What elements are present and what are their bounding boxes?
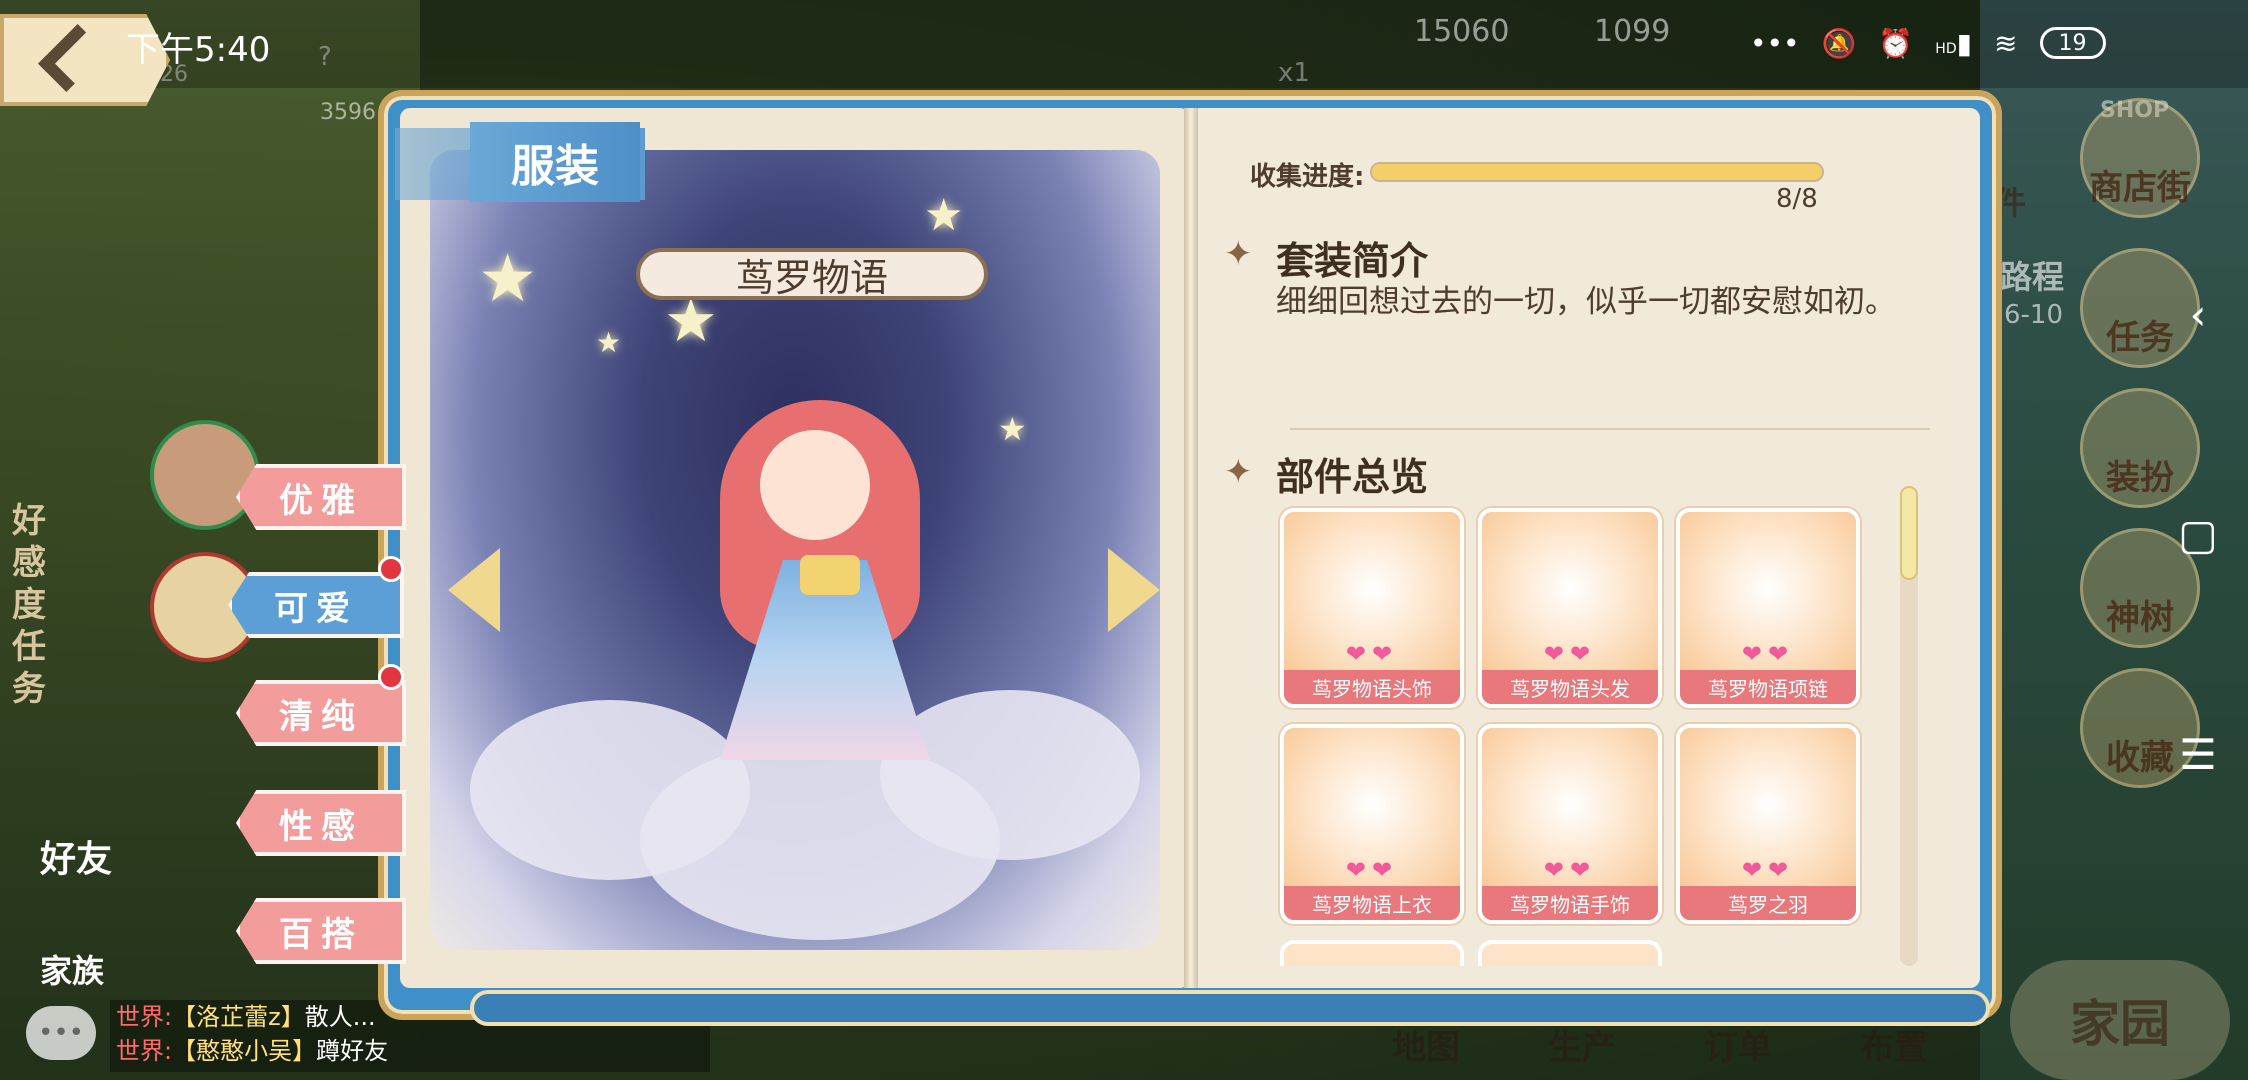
part-label: 茑罗物语项链 [1680, 670, 1856, 704]
rarity-hearts: ❤❤ [1741, 856, 1795, 884]
mute-icon: 🔕 [1821, 26, 1857, 60]
part-card-top[interactable]: ❤❤ 茑罗物语上衣 [1280, 724, 1464, 924]
star-icon: ★ [478, 240, 538, 317]
part-card-hand-accessory[interactable]: ❤❤ 茑罗物语手饰 [1478, 724, 1662, 924]
wifi-icon: ≋ [1994, 26, 2018, 60]
layout-tab[interactable]: 布置 [1860, 1020, 1928, 1070]
rarity-hearts: ❤❤ [1543, 640, 1597, 668]
collection-label: 收藏 [2106, 738, 2174, 778]
progress-label: 收集进度: [1250, 162, 1365, 192]
character-avatar-1[interactable] [150, 420, 260, 530]
chat-bubble-icon[interactable]: ••• [26, 1006, 96, 1060]
family-button[interactable]: 家族 [40, 946, 104, 992]
coin-count: 15060 [1414, 14, 1510, 49]
page-title: 服装 [470, 122, 640, 202]
chat-line: 世界:【憨憨小吴】蹲好友 [110, 1034, 710, 1068]
sacred-tree-label: 神树 [2106, 598, 2174, 638]
category-tab-pure[interactable]: 清纯 [236, 680, 406, 746]
character-bow [800, 555, 860, 595]
part-card-necklace[interactable]: ❤❤ 茑罗物语项链 [1676, 508, 1860, 708]
map-tab[interactable]: 地图 [1392, 1020, 1460, 1070]
part-label: 茑罗物语手饰 [1482, 886, 1658, 920]
star-icon: ★ [924, 190, 964, 241]
part-label: 茑罗物语头饰 [1284, 670, 1460, 704]
progress-bar-fill [1372, 164, 1822, 180]
status-icons: ••• 🔕 ⏰ HD▮ ≋ 19 [1750, 20, 2106, 66]
more-dots-icon: ••• [1750, 26, 1800, 60]
rarity-hearts: ❤❤ [1345, 640, 1399, 668]
status-time: 下午5:40 [126, 30, 271, 70]
alarm-icon: ⏰ [1878, 26, 1914, 60]
suit-name-plate: 茑罗物语 [636, 248, 988, 300]
character-face [760, 430, 870, 540]
chat-channel: 世界: [116, 1003, 173, 1031]
dress-up-label: 装扮 [2106, 458, 2174, 498]
part-card-partial[interactable] [1478, 940, 1662, 966]
part-label: 茑罗之羽 [1680, 886, 1856, 920]
book-spine [1184, 108, 1198, 988]
nav-menu-icon[interactable]: ☰ [2168, 730, 2228, 779]
sparkle-icon: ✦ [1224, 234, 1253, 274]
intro-title: 套装简介 [1276, 238, 1429, 283]
star-icon: ★ [596, 326, 622, 359]
exp-value: 3596 [320, 100, 376, 125]
intro-description: 细细回想过去的一切，似乎一切都安慰如初。 [1276, 284, 1896, 320]
shop-street-button[interactable]: 商店街 [2080, 98, 2200, 218]
home-button[interactable]: 家园 [2010, 960, 2230, 1080]
produce-tab[interactable]: 生产 [1548, 1020, 1616, 1070]
task-label: 任务 [2106, 318, 2174, 358]
part-card-headpiece[interactable]: ❤❤ 茑罗物语头饰 [1280, 508, 1464, 708]
gem-count: 1099 [1594, 14, 1671, 49]
chat-channel: 世界: [116, 1037, 173, 1065]
section-divider [1290, 428, 1930, 430]
part-card-partial[interactable] [1280, 940, 1464, 966]
star-icon: ★ [998, 410, 1027, 448]
new-dot-badge [378, 556, 404, 582]
rarity-hearts: ❤❤ [1345, 856, 1399, 884]
cloud-shape [880, 690, 1140, 860]
rarity-hearts: ❤❤ [1543, 856, 1597, 884]
partial-label-3: 6-10 [2004, 300, 2064, 330]
parts-title: 部件总览 [1276, 454, 1429, 499]
category-tab-cute[interactable]: 可爱 [228, 572, 404, 638]
new-dot-badge [378, 664, 404, 690]
order-tab[interactable]: 订单 [1704, 1020, 1772, 1070]
signal-icon: HD▮ [1935, 26, 1973, 60]
chat-user: 【憨憨小吴】 [172, 1037, 317, 1065]
category-tab-versatile[interactable]: 百搭 [236, 898, 406, 964]
chat-text: 蹲好友 [316, 1037, 389, 1065]
sparkle-icon: ✦ [1224, 452, 1253, 492]
book-bottom-edge [470, 990, 1990, 1026]
rarity-hearts: ❤❤ [1741, 640, 1795, 668]
chat-text: 散人... [304, 1003, 376, 1031]
dress-up-button[interactable]: 装扮 [2080, 388, 2200, 508]
progress-count: 8/8 [1776, 184, 1818, 214]
category-tab-elegant[interactable]: 优雅 [236, 464, 406, 530]
affection-task-label[interactable]: 好感度任务 [12, 500, 58, 710]
part-label: 茑罗物语上衣 [1284, 886, 1460, 920]
part-label: 茑罗物语头发 [1482, 670, 1658, 704]
friends-button[interactable]: 好友 [40, 830, 112, 882]
parts-scrollbar-thumb[interactable] [1900, 486, 1918, 580]
home-label: 家园 [2070, 994, 2170, 1053]
chat-user: 【洛芷蕾z】 [172, 1003, 305, 1031]
category-tab-sexy[interactable]: 性感 [236, 790, 406, 856]
nav-home-icon[interactable]: ▢ [2168, 510, 2228, 559]
battery-icon: 19 [2039, 27, 2106, 59]
nav-back-icon[interactable]: ‹ [2168, 290, 2228, 339]
partial-label-2: 路程 [2000, 258, 2065, 296]
part-card-feather[interactable]: ❤❤ 茑罗之羽 [1676, 724, 1860, 924]
part-card-hair[interactable]: ❤❤ 茑罗物语头发 [1478, 508, 1662, 708]
shop-street-label: 商店街 [2089, 168, 2191, 208]
